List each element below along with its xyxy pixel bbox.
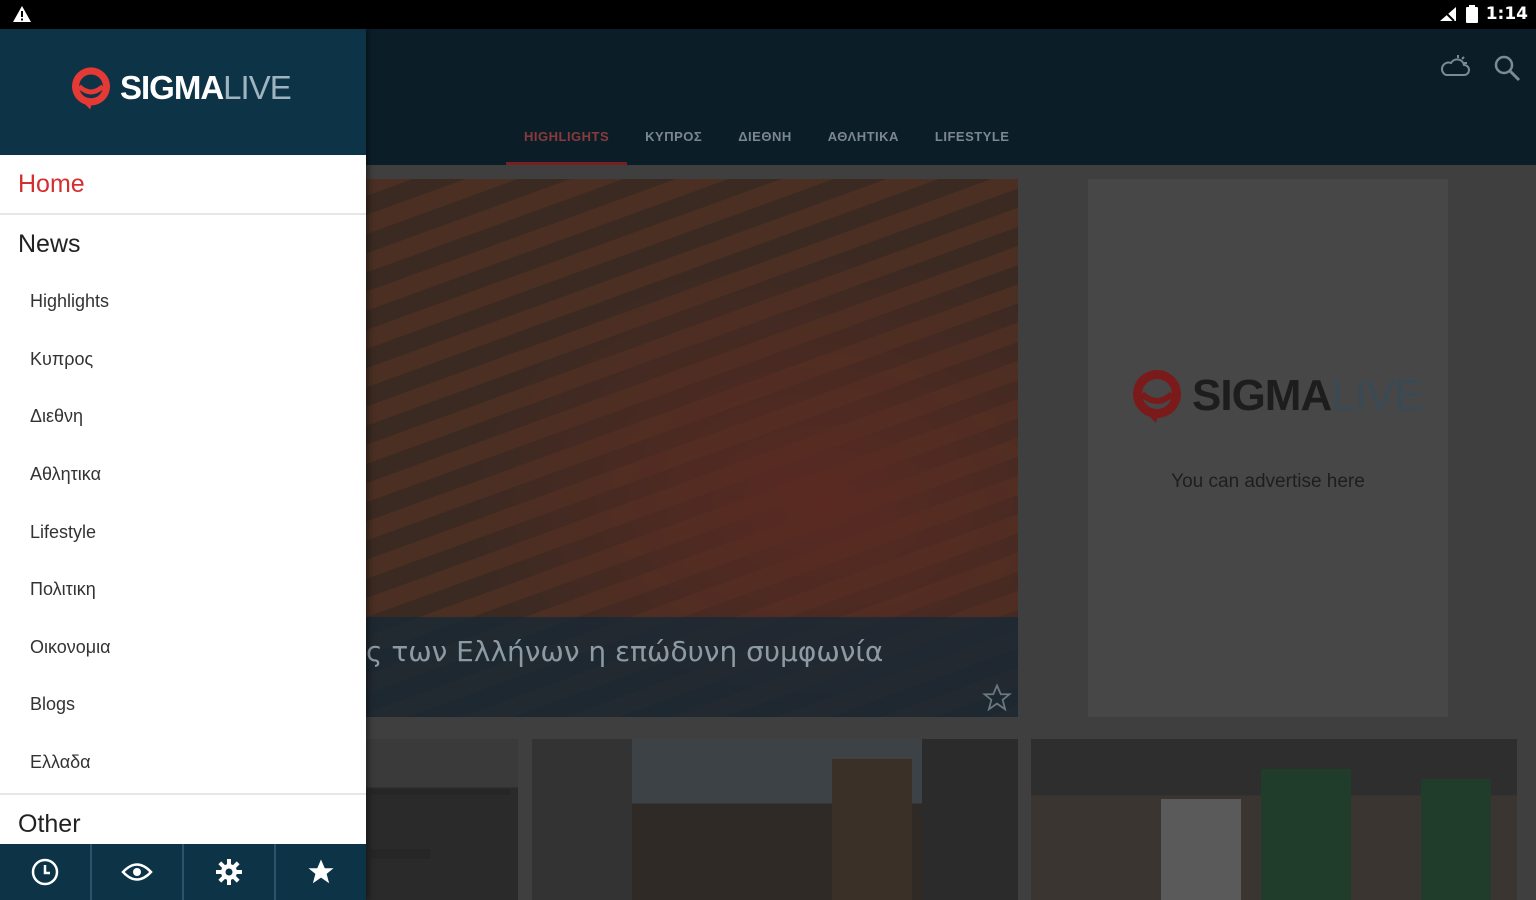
article-tile[interactable] [1031, 739, 1517, 900]
brand-live: LIVE [223, 69, 292, 106]
article-tile[interactable] [360, 739, 518, 900]
menu-item-athlitika[interactable]: Αθλητικα [0, 446, 366, 504]
menu-item-home[interactable]: Home [0, 155, 366, 215]
status-bar: 1:14 [0, 0, 1536, 29]
warning-icon [13, 6, 31, 22]
brand-logo: SIGMALIVE [68, 65, 292, 111]
bookmark-star-icon[interactable] [982, 683, 1012, 713]
drawer-footer [0, 844, 366, 900]
ad-brand-main: SIGMA [1192, 371, 1332, 420]
menu-item-oikonomia[interactable]: Οικονομια [0, 619, 366, 677]
star-icon [308, 859, 334, 884]
ad-banner[interactable]: SIGMALIVE You can advertise here [1088, 179, 1448, 717]
menu-heading-news: News [18, 229, 81, 258]
hero-article[interactable]: ς των Ελλήνων η επώδυνη συμφωνία [360, 179, 1018, 717]
menu-item-politiki[interactable]: Πολιτικη [0, 561, 366, 619]
menu-item-lifestyle[interactable]: Lifestyle [0, 503, 366, 561]
brand-main: SIGMA [120, 69, 224, 106]
no-signal-icon [1439, 7, 1456, 22]
category-tabs: HIGHLIGHTS ΚΥΠΡΟΣ ΔΙΕΘΝΗ ΑΘΛΗΤΙΚΑ LIFEST… [506, 121, 1027, 165]
menu-item-ellada[interactable]: Ελλαδα [0, 734, 366, 792]
menu-item-diethni[interactable]: Διεθνη [0, 388, 366, 446]
clock-time: 1:14 [1485, 4, 1528, 24]
hero-caption: ς των Ελλήνων η επώδυνη συμφωνία [366, 635, 884, 668]
battery-icon [1465, 5, 1478, 23]
clock-icon [31, 858, 59, 886]
ad-text: You can advertise here [1171, 471, 1365, 492]
sigmalive-logo-icon [71, 67, 111, 110]
ad-logo: SIGMALIVE [1128, 367, 1424, 425]
settings-button[interactable] [184, 844, 276, 900]
tab-athlitika[interactable]: ΑΘΛΗΤΙΚΑ [810, 121, 917, 165]
search-icon[interactable] [1492, 53, 1522, 83]
weather-icon[interactable] [1438, 53, 1470, 81]
eye-icon [121, 863, 153, 881]
sigmalive-logo-icon [1133, 370, 1181, 423]
menu-item-blogs[interactable]: Blogs [0, 676, 366, 734]
drawer-menu: Home News Highlights Κυπρος Διεθνη Αθλητ… [0, 155, 366, 853]
navigation-drawer: SIGMALIVE Home News Highlights Κυπρος Δι… [0, 29, 366, 900]
favorites-button[interactable] [276, 844, 366, 900]
history-button[interactable] [0, 844, 92, 900]
hero-caption-bar: ς των Ελλήνων η επώδυνη συμφωνία [360, 617, 1018, 717]
tab-highlights[interactable]: HIGHLIGHTS [506, 121, 628, 165]
viewed-button[interactable] [92, 844, 184, 900]
tab-kypros[interactable]: ΚΥΠΡΟΣ [627, 121, 720, 165]
menu-item-highlights[interactable]: Highlights [0, 273, 366, 331]
ad-brand-live: LIVE [1331, 371, 1423, 420]
gear-icon [216, 859, 242, 885]
tab-diethni[interactable]: ΔΙΕΘΝΗ [720, 121, 810, 165]
menu-item-kypros[interactable]: Κυπρος [0, 331, 366, 389]
article-tile[interactable] [532, 739, 1018, 900]
tab-lifestyle[interactable]: LIFESTYLE [917, 121, 1028, 165]
drawer-header: SIGMALIVE [0, 29, 366, 155]
